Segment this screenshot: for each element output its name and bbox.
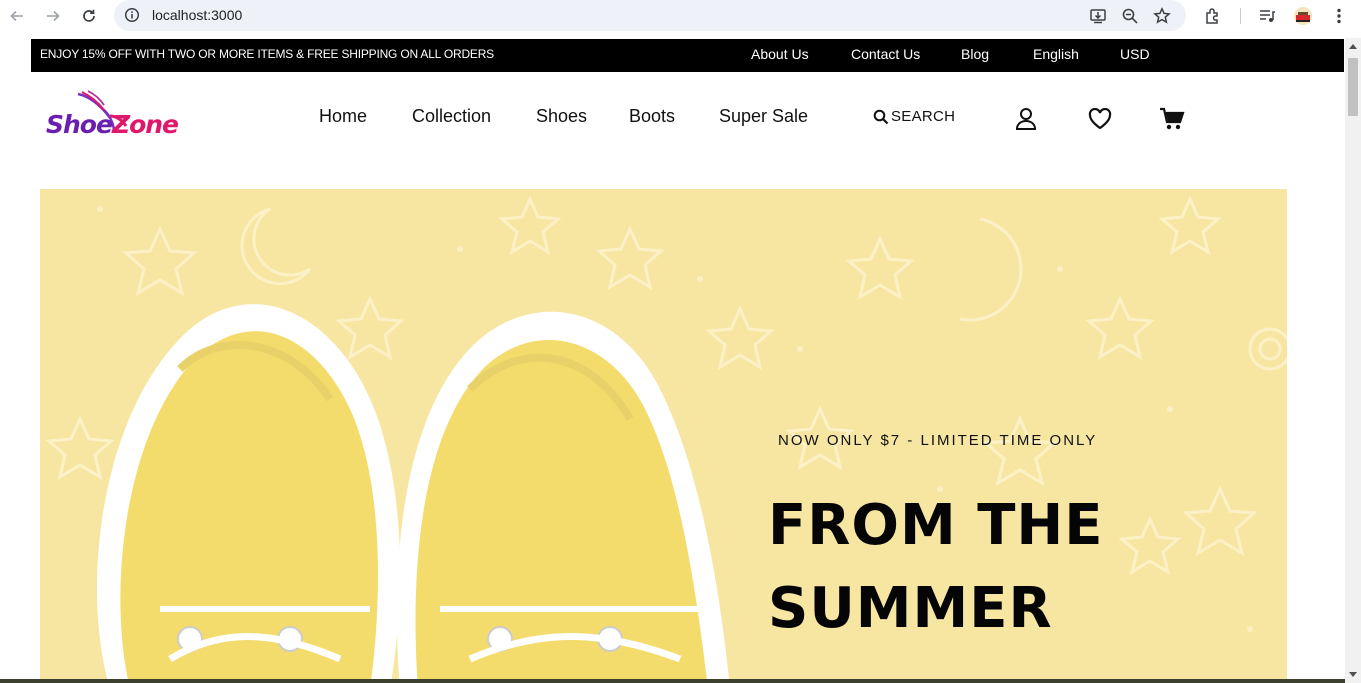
browser-toolbar: localhost:3000 [0, 0, 1361, 32]
search-icon [873, 109, 889, 124]
search-button[interactable]: SEARCH [873, 108, 955, 125]
page-scrollbar[interactable] [1345, 38, 1361, 683]
media-queue-icon[interactable] [1256, 5, 1278, 27]
blog-link[interactable]: Blog [961, 46, 989, 62]
currency-selector[interactable]: USD [1120, 46, 1150, 62]
profile-avatar-icon[interactable] [1292, 5, 1314, 27]
site-info-icon[interactable] [124, 7, 140, 23]
scroll-up-icon[interactable] [1349, 44, 1357, 49]
about-us-link[interactable]: About Us [751, 46, 809, 62]
address-bar[interactable]: localhost:3000 [114, 0, 1186, 31]
search-label: SEARCH [891, 108, 956, 125]
toolbar-separator [1240, 8, 1241, 24]
scroll-down-icon[interactable] [1349, 672, 1357, 677]
back-icon[interactable] [6, 5, 28, 27]
heart-icon[interactable] [1087, 106, 1113, 132]
scrollbar-thumb[interactable] [1348, 58, 1358, 116]
promo-text: ENJOY 15% OFF WITH TWO OR MORE ITEMS & F… [40, 47, 494, 61]
nav-home[interactable]: Home [319, 106, 367, 127]
hero-headline-line2: SUMMER [768, 576, 1053, 641]
announcement-bar: ENJOY 15% OFF WITH TWO OR MORE ITEMS & F… [31, 39, 1344, 72]
browser-menu-icon[interactable] [1328, 5, 1350, 27]
zoom-icon[interactable] [1120, 6, 1140, 26]
site-logo[interactable]: ShoeZone [44, 90, 196, 142]
install-app-icon[interactable] [1088, 6, 1108, 26]
hero-headline-line1: FROM THE [768, 493, 1104, 558]
hero-banner[interactable]: NOW ONLY $7 - LIMITED TIME ONLY FROM THE… [40, 189, 1287, 683]
url-text[interactable]: localhost:3000 [152, 7, 242, 23]
nav-boots[interactable]: Boots [629, 106, 675, 127]
page-viewport: ENJOY 15% OFF WITH TWO OR MORE ITEMS & F… [0, 38, 1345, 683]
page-bottom-edge [0, 679, 1345, 683]
contact-us-link[interactable]: Contact Us [851, 46, 920, 62]
user-icon[interactable] [1013, 106, 1039, 132]
cart-icon[interactable] [1159, 106, 1185, 132]
hero-kicker: NOW ONLY $7 - LIMITED TIME ONLY [778, 432, 1098, 449]
extensions-icon[interactable] [1202, 5, 1224, 27]
reload-icon[interactable] [78, 5, 100, 27]
nav-super-sale[interactable]: Super Sale [719, 106, 808, 127]
forward-icon[interactable] [42, 5, 64, 27]
logo-text: ShoeZone [46, 110, 179, 139]
language-selector[interactable]: English [1033, 46, 1079, 62]
nav-collection[interactable]: Collection [412, 106, 491, 127]
nav-shoes[interactable]: Shoes [536, 106, 587, 127]
bookmark-star-icon[interactable] [1152, 6, 1172, 26]
hero-headline: FROM THE SUMMER [768, 484, 1208, 650]
